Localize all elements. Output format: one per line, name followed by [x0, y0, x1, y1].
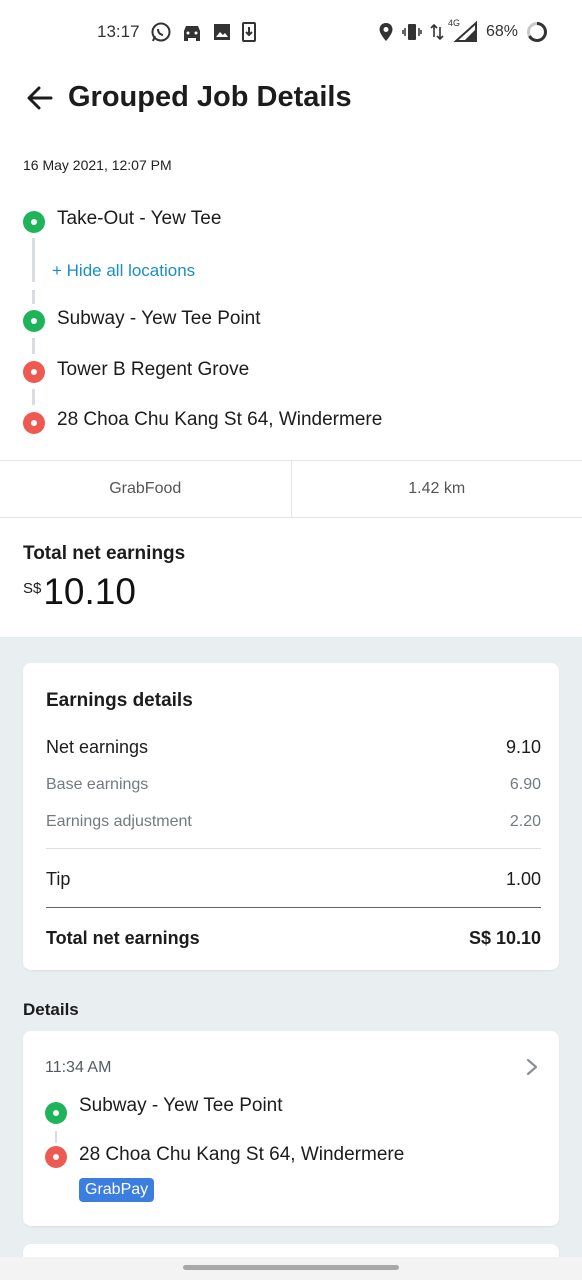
navigation-bar [0, 1257, 582, 1280]
dropoff-dot-icon [23, 361, 45, 383]
earnings-adjustment-row: Earnings adjustment 2.20 [46, 813, 541, 831]
location-item: Tower B Regent Grove [57, 359, 250, 380]
base-earnings-row: Base earnings 6.90 [46, 776, 541, 794]
pickup-dot-icon [45, 1102, 67, 1124]
image-icon [214, 24, 230, 40]
route-connector [55, 1131, 57, 1143]
job-date: 16 May 2021, 12:07 PM [23, 157, 172, 173]
payment-badge: GrabPay [79, 1178, 155, 1202]
data-arrows-icon [430, 23, 444, 41]
earnings-adjustment-value: 2.20 [509, 813, 541, 830]
location-icon [379, 23, 393, 41]
total-net-earnings-value: S$ 10.10 [468, 928, 541, 948]
download-icon [242, 22, 256, 42]
route-connector [32, 389, 35, 405]
dropoff-dot-icon [45, 1146, 67, 1168]
page-header: Grouped Job Details [0, 72, 582, 132]
earnings-adjustment-label: Earnings adjustment [46, 813, 192, 830]
dropoff-dot-icon [23, 412, 45, 434]
job-detail-card[interactable]: 11:34 AM Subway - Yew Tee Point 28 Choa … [23, 1031, 559, 1226]
status-bar: 13:17 4G 68% [0, 0, 582, 66]
car-icon [184, 26, 200, 41]
home-gesture-handle[interactable] [183, 1265, 399, 1270]
location-item: Take-Out - Yew Tee [57, 208, 222, 229]
signal-icon: 4G [448, 18, 478, 43]
route-connector [32, 238, 35, 282]
service-type: GrabFood [109, 480, 182, 497]
earnings-details-title: Earnings details [46, 690, 193, 711]
total-earnings-summary: Total net earnings S$ 10.10 [23, 543, 185, 613]
total-net-earnings-row: Total net earnings S$ 10.10 [46, 928, 541, 949]
tip-label: Tip [46, 869, 71, 889]
location-item: 28 Choa Chu Kang St 64, Windermere [57, 409, 383, 430]
job-dropoff-location: 28 Choa Chu Kang St 64, Windermere [79, 1144, 405, 1165]
hide-all-locations-link[interactable]: + Hide all locations [52, 261, 195, 281]
tip-row: Tip 1.00 [46, 869, 541, 890]
job-pickup-location: Subway - Yew Tee Point [79, 1095, 283, 1116]
route-locations: Take-Out - Yew Tee + Hide all locations … [0, 200, 582, 450]
details-heading: Details [23, 1000, 79, 1019]
chevron-right-icon[interactable] [525, 1057, 539, 1077]
arrow-left-icon[interactable] [24, 82, 56, 114]
pickup-dot-icon [23, 310, 45, 332]
divider [46, 848, 541, 849]
battery-level: 68% [485, 23, 518, 40]
currency-symbol: S$ [23, 580, 42, 597]
base-earnings-value: 6.90 [509, 776, 541, 793]
earnings-details-card: Earnings details Net earnings 9.10 Base … [23, 663, 559, 970]
net-earnings-value: 9.10 [505, 737, 541, 757]
total-earnings-label: Total net earnings [23, 543, 186, 564]
whatsapp-icon [151, 22, 171, 42]
job-time: 11:34 AM [45, 1059, 112, 1076]
tip-value: 1.00 [505, 869, 541, 889]
job-info-strip: GrabFood 1.42 km [0, 460, 582, 518]
route-connector [32, 290, 35, 304]
divider [46, 907, 541, 908]
base-earnings-label: Base earnings [46, 776, 149, 793]
net-earnings-row: Net earnings 9.10 [46, 737, 541, 758]
route-connector [32, 338, 35, 354]
total-earnings-amount: 10.10 [43, 571, 136, 612]
status-time: 13:17 [97, 22, 140, 41]
page-title: Grouped Job Details [68, 81, 352, 113]
net-earnings-label: Net earnings [46, 737, 149, 757]
details-section: Earnings details Net earnings 9.10 Base … [0, 637, 582, 1280]
battery-ring-icon [527, 22, 547, 42]
location-item: Subway - Yew Tee Point [57, 308, 261, 329]
pickup-dot-icon [23, 211, 45, 233]
distance: 1.42 km [290, 461, 582, 517]
vibrate-icon [402, 24, 422, 40]
total-net-earnings-label: Total net earnings [46, 928, 200, 948]
